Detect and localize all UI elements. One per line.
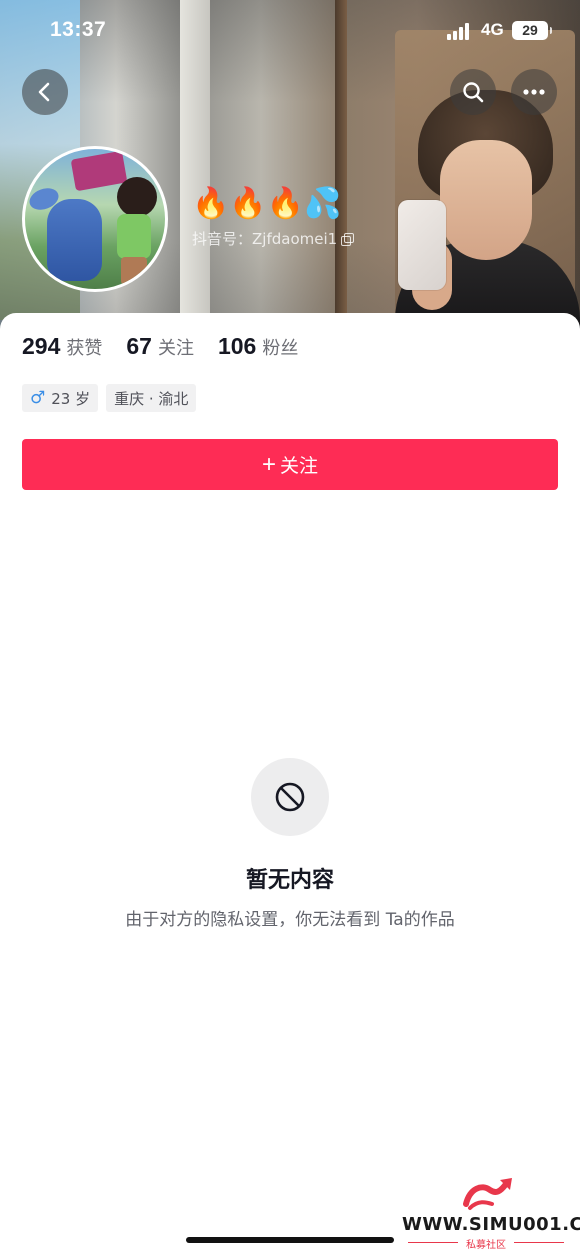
douyin-id[interactable]: 抖音号：Zjfdaomei1	[192, 228, 355, 249]
stat-likes-label: 获赞	[66, 338, 103, 359]
stat-likes-count: 294	[22, 333, 61, 359]
copy-icon[interactable]	[341, 233, 355, 246]
battery-icon: 29	[512, 21, 552, 40]
status-bar: 13:37 4G 29	[0, 0, 580, 64]
age-tag: ♂ 23 岁	[22, 384, 99, 412]
search-button[interactable]	[450, 69, 496, 115]
avatar-sign	[70, 150, 128, 192]
empty-state-description: 由于对方的隐私设置，你无法看到 Ta的作品	[125, 910, 455, 930]
stat-followers[interactable]: 106 粉丝	[218, 333, 298, 360]
follow-button-label: 关注	[280, 456, 319, 477]
cover-phone	[398, 200, 446, 290]
profile-tags: ♂ 23 岁 重庆 · 渝北	[22, 384, 204, 412]
douyin-id-label: 抖音号：	[192, 230, 253, 248]
network-type: 4G	[481, 20, 504, 39]
battery-level: 29	[522, 22, 538, 38]
watermark-site: WWW.SIMU001.CN	[402, 1214, 580, 1235]
empty-state-badge	[251, 758, 329, 836]
empty-state-title: 暂无内容	[245, 868, 334, 893]
prohibited-icon	[275, 782, 305, 812]
stat-followers-count: 106	[217, 333, 257, 359]
stat-likes[interactable]: 294 获赞	[22, 333, 102, 360]
location-tag: 重庆 · 渝北	[106, 384, 197, 412]
site-watermark: WWW.SIMU001.CN 私募社区	[400, 1170, 580, 1251]
watermark-subtitle: 私募社区	[400, 1236, 572, 1251]
watermark-logo-icon	[463, 1178, 512, 1210]
avatar-girl-legs	[121, 257, 147, 285]
stat-following-count: 67	[126, 333, 152, 359]
back-button[interactable]	[22, 69, 68, 115]
avatar[interactable]	[22, 146, 168, 292]
age-text: 23 岁	[51, 389, 91, 408]
avatar-stitch	[47, 199, 102, 281]
more-horizontal-icon	[523, 89, 545, 95]
more-button[interactable]	[511, 69, 557, 115]
signal-icon	[447, 22, 473, 40]
home-indicator[interactable]	[186, 1237, 394, 1243]
avatar-girl-body	[117, 214, 151, 259]
douyin-id-value: Zjfdaomei1	[252, 230, 338, 248]
nickname: 🔥🔥🔥💦	[192, 186, 342, 221]
search-icon	[463, 82, 484, 103]
cover-person-face	[440, 140, 532, 260]
stat-following[interactable]: 67 关注	[126, 333, 194, 360]
stats-row: 294 获赞 67 关注 106 粉丝	[22, 333, 322, 360]
avatar-girl-head	[117, 177, 157, 217]
chevron-left-icon	[38, 82, 50, 102]
stat-following-label: 关注	[157, 338, 194, 359]
location-text: 重庆 · 渝北	[114, 389, 189, 408]
male-icon: ♂	[30, 388, 46, 408]
follow-button[interactable]: + 关注	[22, 439, 558, 490]
stat-followers-label: 粉丝	[262, 338, 299, 359]
plus-icon: +	[261, 450, 276, 478]
status-time: 13:37	[50, 18, 107, 41]
profile-sheet: 294 获赞 67 关注 106 粉丝 ♂ 23 岁 重庆 · 渝北 + 关注 …	[0, 313, 580, 1255]
